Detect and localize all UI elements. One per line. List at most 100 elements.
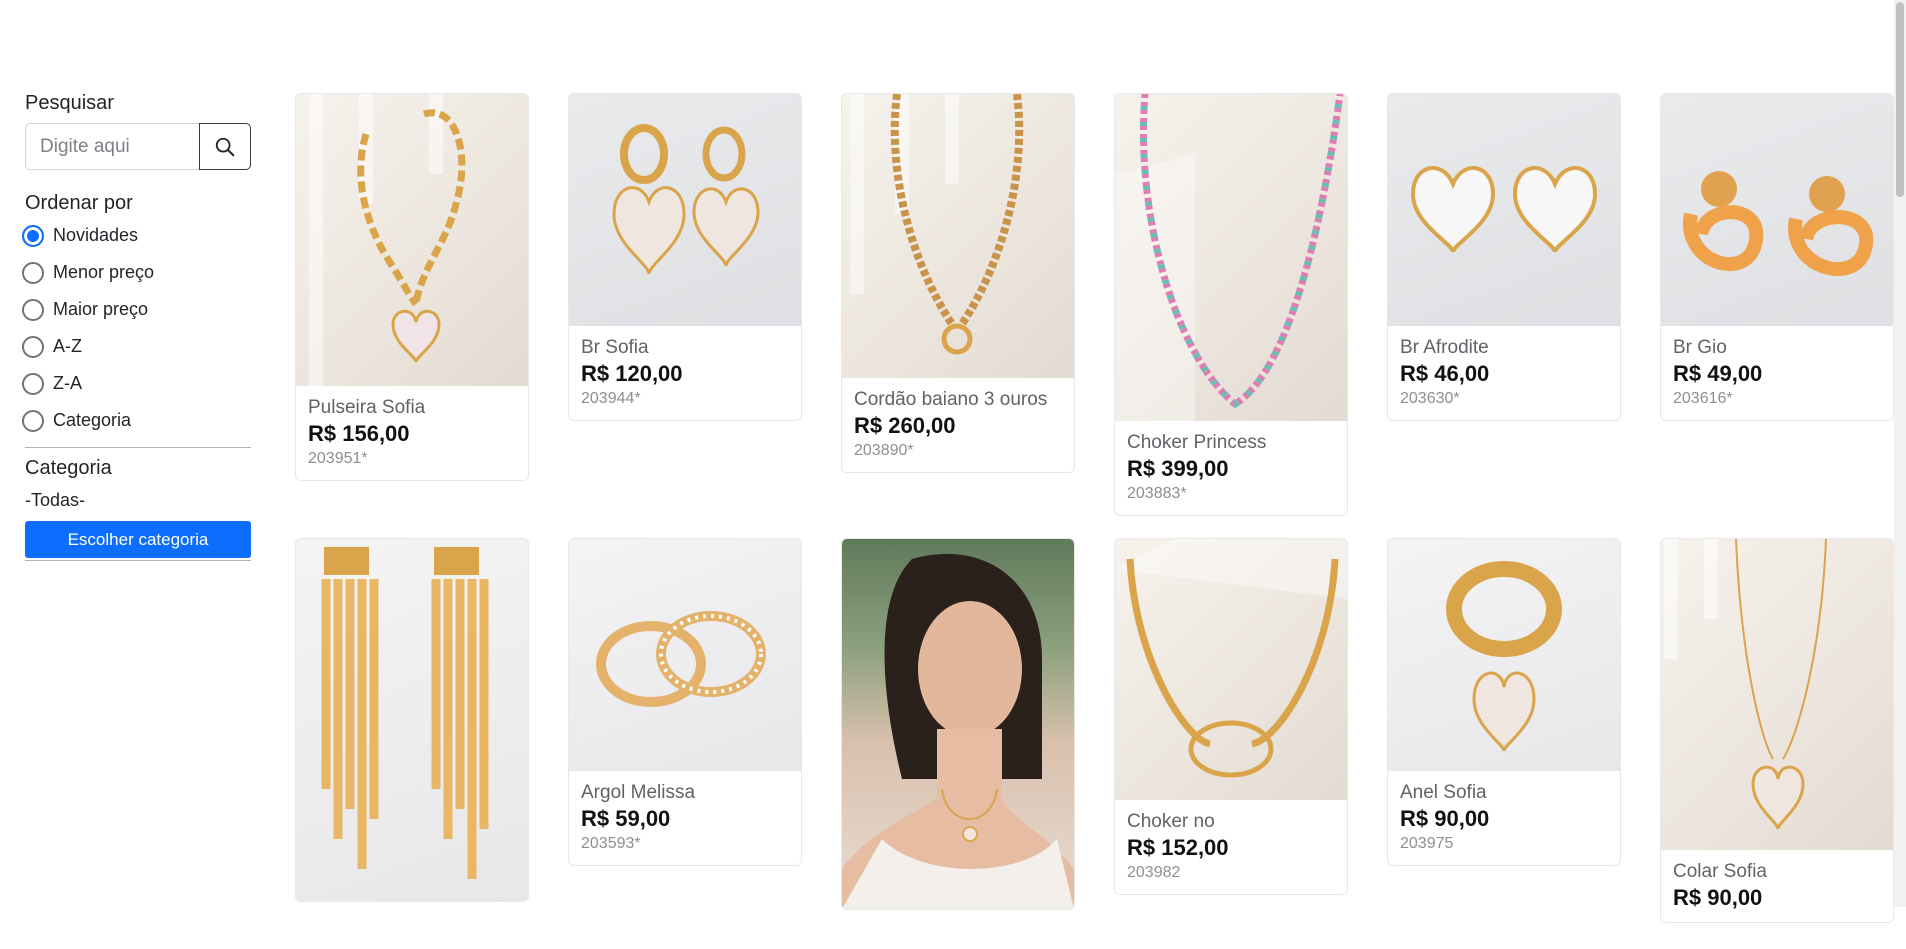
- product-price: R$ 120,00: [581, 361, 683, 386]
- product-card[interactable]: Argol Melissa R$ 59,00 203593*: [568, 538, 802, 866]
- product-card[interactable]: Br Sofia R$ 120,00 203944*: [568, 93, 802, 421]
- product-info: Choker Princess R$ 399,00 203883*: [1115, 421, 1347, 515]
- product-image[interactable]: [569, 539, 801, 771]
- product-code: 203593*: [581, 835, 641, 852]
- product-card[interactable]: [295, 538, 529, 902]
- choose-category-button[interactable]: Escolher categoria: [25, 521, 251, 558]
- product-info: Colar Sofia R$ 90,00: [1661, 850, 1893, 922]
- search-input[interactable]: [25, 123, 199, 170]
- bracelet-image-icon: [309, 94, 466, 386]
- necklace-image-icon: [850, 94, 1024, 355]
- product-image[interactable]: [569, 94, 801, 326]
- product-name[interactable]: Pulseira Sofia: [308, 396, 516, 420]
- product-name[interactable]: Br Sofia: [581, 336, 789, 360]
- product-image[interactable]: [1661, 94, 1893, 326]
- product-code: 203951*: [308, 450, 368, 467]
- crystal-earrings-image-icon: [1410, 166, 1598, 253]
- sort-option-menor-preco[interactable]: Menor preço: [22, 254, 251, 291]
- radio-unchecked[interactable]: [22, 261, 44, 284]
- sort-option-novidades[interactable]: Novidades: [22, 217, 251, 254]
- product-name[interactable]: Argol Melissa: [581, 781, 789, 805]
- product-card[interactable]: Colar Sofia R$ 90,00: [1660, 538, 1894, 923]
- divider: [25, 447, 251, 448]
- filter-sidebar: Pesquisar Ordenar por Novidades Menor pr…: [22, 92, 251, 561]
- product-info: Pulseira Sofia R$ 156,00 203951*: [296, 386, 528, 480]
- product-price: R$ 49,00: [1673, 361, 1763, 386]
- product-row: Pulseira Sofia R$ 156,00 203951* Br Sofi…: [295, 93, 1894, 516]
- sort-option-label: Novidades: [53, 225, 139, 245]
- product-name[interactable]: Choker Princess: [1127, 431, 1335, 455]
- category-value: -Todas-: [25, 490, 86, 510]
- radio-checked[interactable]: [22, 224, 44, 247]
- product-image[interactable]: [1388, 539, 1620, 771]
- fringe-earrings-image-icon: [321, 547, 489, 879]
- hoop-earrings-image-icon: [596, 611, 766, 707]
- product-card[interactable]: Choker no R$ 152,00 203982: [1114, 538, 1348, 895]
- product-info: Cordão baiano 3 ouros R$ 260,00 203890*: [842, 378, 1074, 472]
- divider: [25, 560, 251, 561]
- sort-label: Ordenar por: [25, 192, 133, 214]
- product-image[interactable]: [296, 539, 528, 901]
- radio-unchecked[interactable]: [22, 335, 44, 358]
- product-image[interactable]: [842, 94, 1074, 378]
- product-name[interactable]: Colar Sofia: [1673, 860, 1881, 884]
- product-code: 203944*: [581, 390, 641, 407]
- vertical-scrollbar[interactable]: [1894, 0, 1906, 907]
- product-card[interactable]: Choker Princess R$ 399,00 203883*: [1114, 93, 1348, 516]
- category-label: Categoria: [25, 457, 112, 479]
- product-image[interactable]: [1115, 539, 1347, 800]
- product-info: Br Afrodite R$ 46,00 203630*: [1388, 326, 1620, 420]
- product-grid: Pulseira Sofia R$ 156,00 203951* Br Sofi…: [295, 93, 1894, 949]
- sort-option-label: Maior preço: [53, 299, 149, 319]
- product-card[interactable]: [841, 538, 1075, 910]
- radio-unchecked[interactable]: [22, 372, 44, 395]
- search-icon: [215, 137, 235, 156]
- product-image[interactable]: [1388, 94, 1620, 326]
- product-card[interactable]: Anel Sofia R$ 90,00 203975: [1387, 538, 1621, 866]
- product-code: 203890*: [854, 442, 914, 459]
- sort-option-label: Categoria: [53, 410, 132, 430]
- product-code: 203616*: [1673, 390, 1733, 407]
- product-name[interactable]: Br Afrodite: [1400, 336, 1608, 360]
- product-name[interactable]: Anel Sofia: [1400, 781, 1608, 805]
- sort-option-categoria[interactable]: Categoria: [22, 402, 251, 439]
- sort-option-z-a[interactable]: Z-A: [22, 365, 251, 402]
- sort-options: Novidades Menor preço Maior preço A-Z Z-…: [22, 217, 251, 439]
- product-card[interactable]: Cordão baiano 3 ouros R$ 260,00 203890*: [841, 93, 1075, 473]
- product-price: R$ 156,00: [308, 421, 410, 446]
- product-price: R$ 59,00: [581, 806, 671, 831]
- sort-option-label: Menor preço: [53, 262, 155, 282]
- product-image[interactable]: [1661, 539, 1893, 850]
- product-name[interactable]: Choker no: [1127, 810, 1335, 834]
- product-image[interactable]: [1115, 94, 1347, 421]
- product-info: Choker no R$ 152,00 203982: [1115, 800, 1347, 894]
- product-code: 203630*: [1400, 390, 1460, 407]
- search-label: Pesquisar: [25, 92, 114, 114]
- product-name[interactable]: Cordão baiano 3 ouros: [854, 388, 1062, 412]
- product-image[interactable]: [842, 539, 1074, 909]
- product-card[interactable]: Br Afrodite R$ 46,00 203630*: [1387, 93, 1621, 421]
- sort-option-maior-preco[interactable]: Maior preço: [22, 291, 251, 328]
- knot-earrings-image-icon: [1683, 171, 1874, 276]
- snake-choker-image-icon: [1115, 539, 1347, 778]
- ring-image-icon: [1446, 561, 1562, 752]
- product-image[interactable]: [296, 94, 528, 386]
- scrollbar-thumb[interactable]: [1896, 2, 1904, 197]
- product-card[interactable]: Br Gio R$ 49,00 203616*: [1660, 93, 1894, 421]
- search-button[interactable]: [199, 123, 251, 170]
- radio-unchecked[interactable]: [22, 409, 44, 432]
- product-info: Br Sofia R$ 120,00 203944*: [569, 326, 801, 420]
- search-bar: [25, 123, 251, 170]
- product-info: Br Gio R$ 49,00 203616*: [1661, 326, 1893, 420]
- product-code: 203982: [1127, 864, 1181, 881]
- radio-unchecked[interactable]: [22, 298, 44, 321]
- pendant-necklace-image-icon: [1664, 539, 1827, 830]
- product-info: Argol Melissa R$ 59,00 203593*: [569, 771, 801, 865]
- product-name[interactable]: Br Gio: [1673, 336, 1881, 360]
- sort-option-a-z[interactable]: A-Z: [22, 328, 251, 365]
- product-info: Anel Sofia R$ 90,00 203975: [1388, 771, 1620, 865]
- product-code: 203975: [1400, 835, 1454, 852]
- product-price: R$ 152,00: [1127, 835, 1229, 860]
- product-card[interactable]: Pulseira Sofia R$ 156,00 203951*: [295, 93, 529, 481]
- sort-option-label: A-Z: [53, 336, 82, 356]
